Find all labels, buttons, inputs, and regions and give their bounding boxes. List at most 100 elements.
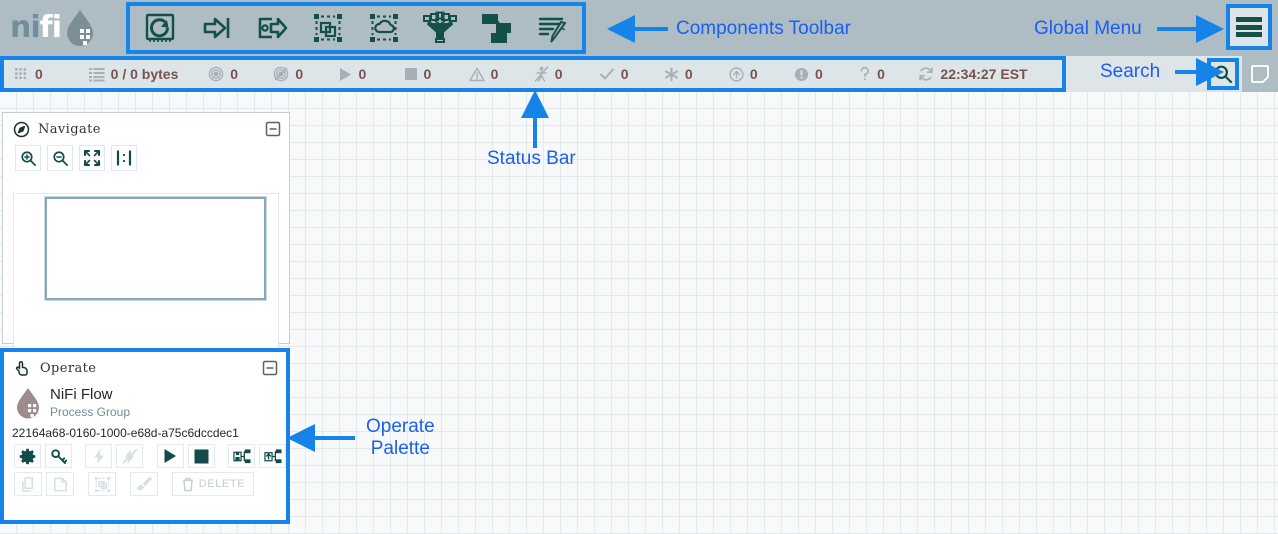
invalid-icon <box>468 67 485 82</box>
operate-component-type: Process Group <box>50 405 131 419</box>
operate-actions-row-2: DELETE <box>4 468 286 496</box>
active-threads-icon <box>14 67 29 82</box>
status-value-queued: 0 / 0 bytes <box>110 66 179 82</box>
status-value-stale: 0 <box>749 66 758 82</box>
status-value-active-threads: 0 <box>35 66 43 82</box>
delete-label: DELETE <box>198 478 246 490</box>
stop-button[interactable] <box>187 444 215 468</box>
operate-panel-header: Operate <box>4 352 286 384</box>
status-item-not-transmitting: 0 <box>273 60 338 88</box>
collapse-icon <box>265 121 281 137</box>
group-icon <box>94 476 110 492</box>
refresh-icon[interactable] <box>918 66 934 82</box>
zoom-out-button[interactable] <box>47 145 73 171</box>
global-menu-button[interactable] <box>1226 4 1272 50</box>
status-value-up-to-date: 0 <box>620 66 629 82</box>
paste-icon <box>53 477 67 491</box>
annotation-global-menu: Global Menu <box>1034 18 1142 39</box>
minimap-viewport[interactable] <box>44 196 267 301</box>
zoom-in-icon <box>20 150 36 166</box>
annotation-search: Search <box>1100 61 1161 82</box>
logo-droplet-icon <box>66 10 93 46</box>
view-details-button[interactable] <box>44 444 72 468</box>
unknown-version-icon <box>859 66 871 82</box>
status-item-disabled: 0 <box>534 60 599 88</box>
zoom-actual-size-button[interactable] <box>111 145 137 171</box>
annotation-operate-palette: Operate Palette <box>366 416 435 459</box>
status-value-disabled: 0 <box>554 66 563 82</box>
navigate-minimap[interactable] <box>13 193 279 349</box>
toolbar-process-group-button[interactable] <box>300 6 356 50</box>
not-transmitting-icon <box>273 66 289 82</box>
configure-button[interactable] <box>14 444 41 468</box>
status-item-transmitting: 0 <box>208 60 273 88</box>
navigate-panel-title: Navigate <box>38 121 101 137</box>
up-to-date-icon <box>599 67 615 81</box>
status-bar: 0 0 / 0 bytes 0 0 0 0 0 0 0 0 0 0 0 22:3… <box>0 56 1066 92</box>
nifi-logo: nifi <box>0 0 126 56</box>
status-item-active-threads: 0 <box>14 60 89 88</box>
sync-failure-icon <box>794 67 809 82</box>
status-value-stopped: 0 <box>423 66 432 82</box>
enable-button <box>85 444 113 468</box>
toolbar-remote-process-group-button[interactable] <box>356 6 412 50</box>
search-button[interactable] <box>1207 58 1239 90</box>
toolbar-input-port-button[interactable] <box>188 6 244 50</box>
search-icon <box>1214 65 1233 84</box>
hamburger-icon <box>1236 15 1262 40</box>
note-icon <box>1251 65 1269 83</box>
stop-icon <box>194 449 209 463</box>
disabled-icon <box>534 66 549 82</box>
toolbar-output-port-button[interactable] <box>244 6 300 50</box>
status-value-transmitting: 0 <box>230 66 239 82</box>
stale-icon <box>729 66 744 82</box>
trash-icon <box>182 477 193 491</box>
locally-modified-icon <box>664 67 679 82</box>
operate-actions-row-1 <box>4 440 286 468</box>
zoom-in-button[interactable] <box>15 145 41 171</box>
disable-transmission-button[interactable] <box>259 444 286 468</box>
zoom-out-icon <box>52 150 68 166</box>
status-value-invalid: 0 <box>490 66 499 82</box>
navigate-zoom-controls <box>3 145 289 171</box>
toolbar-template-button[interactable] <box>468 6 524 50</box>
zoom-fit-button[interactable] <box>79 145 105 171</box>
copy-button <box>14 472 42 496</box>
annotation-status-bar: Status Bar <box>487 148 576 169</box>
status-item-sync-failure: 0 <box>794 60 859 88</box>
bolt-slash-icon <box>122 448 138 464</box>
disable-transmission-icon <box>263 448 282 463</box>
nifi-app: nifi 0 0 / 0 bytes 0 0 0 0 0 0 0 0 0 0 0… <box>0 0 1278 534</box>
key-icon <box>51 448 67 464</box>
logo-wordmark: nifi <box>10 10 62 45</box>
disable-button <box>116 444 144 468</box>
status-bar-right <box>1066 56 1278 92</box>
toolbar-label-button[interactable] <box>524 6 580 50</box>
operate-panel: Operate NiFi Flow Process Group 22164a68… <box>0 348 290 524</box>
operate-collapse-button[interactable] <box>262 360 278 376</box>
hand-pointer-icon <box>15 361 28 376</box>
collapse-icon <box>262 360 278 376</box>
enable-transmission-icon <box>233 448 251 463</box>
toolbar-processor-button[interactable] <box>132 6 188 50</box>
status-item-up-to-date: 0 <box>599 60 664 88</box>
running-icon <box>338 67 352 82</box>
start-button[interactable] <box>156 444 184 468</box>
toolbar-funnel-button[interactable] <box>412 6 468 50</box>
logo-ni: ni <box>10 10 41 45</box>
status-value-sync-failure: 0 <box>815 66 823 82</box>
navigate-collapse-button[interactable] <box>265 121 281 137</box>
stopped-icon <box>404 67 418 81</box>
operate-component-name: NiFi Flow <box>50 386 113 403</box>
notes-button[interactable] <box>1242 56 1278 92</box>
status-item-locally-modified: 0 <box>664 60 729 88</box>
status-item-stopped: 0 <box>404 60 469 88</box>
status-value-unknown-version: 0 <box>877 66 885 82</box>
status-value-not-transmitting: 0 <box>295 66 304 82</box>
status-value-running: 0 <box>358 66 367 82</box>
delete-button: DELETE <box>172 472 254 496</box>
enable-transmission-button[interactable] <box>228 444 256 468</box>
status-item-refresh-time[interactable]: 22:34:27 EST <box>918 60 1062 88</box>
components-toolbar <box>126 2 586 54</box>
bolt-icon <box>94 448 104 464</box>
